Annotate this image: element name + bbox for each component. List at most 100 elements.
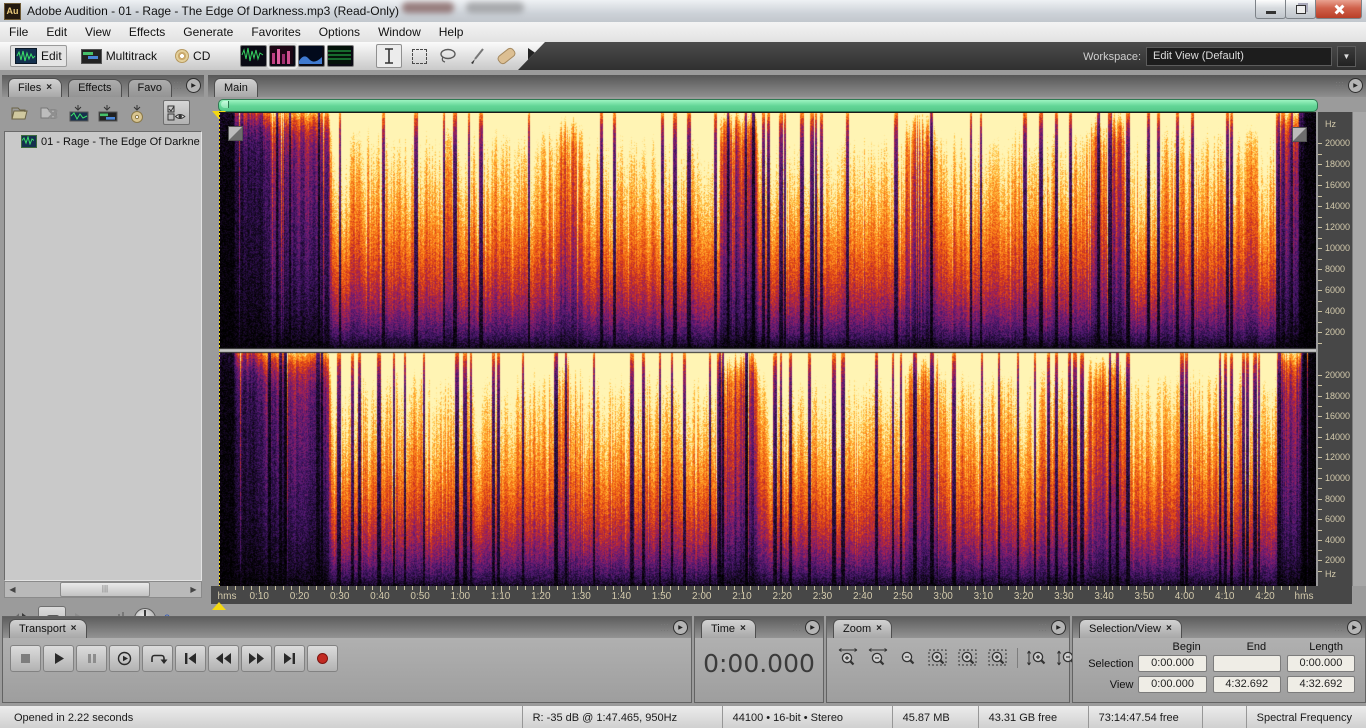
edit-view-button[interactable]: Edit <box>10 45 67 67</box>
scrub-tool[interactable] <box>523 45 545 67</box>
overview-scroll-bar[interactable] <box>218 99 1318 112</box>
menu-favorites[interactable]: Favorites <box>242 22 309 42</box>
waveform-display-button[interactable] <box>240 45 268 67</box>
main-panel-menu[interactable]: ▶ <box>1335 78 1363 93</box>
zoom-panel-menu[interactable]: ▶ <box>1038 620 1066 635</box>
close-file-button[interactable] <box>39 104 61 123</box>
record-button[interactable] <box>307 645 338 672</box>
view-begin-field[interactable]: 0:00.000 <box>1138 676 1207 693</box>
workspace-select[interactable]: Edit View (Default) <box>1146 47 1332 66</box>
spot-healing-brush-tool[interactable] <box>494 45 518 67</box>
lasso-selection-tool[interactable] <box>436 45 460 67</box>
zoom-in-horizontally-button[interactable] <box>835 647 861 669</box>
menu-view[interactable]: View <box>76 22 120 42</box>
status-segment-7[interactable]: Spectral Frequency <box>1245 706 1366 728</box>
title-bar[interactable]: Au Adobe Audition - 01 - Rage - The Edge… <box>0 0 1366 23</box>
spectral-phase-display-button[interactable] <box>327 45 355 67</box>
tab-close-icon[interactable]: × <box>1166 620 1172 638</box>
menu-options[interactable]: Options <box>310 22 369 42</box>
tab-close-icon[interactable]: × <box>740 620 746 638</box>
hscrollbar-thumb[interactable]: ||| <box>60 582 150 597</box>
selection-end-field[interactable] <box>1212 655 1281 672</box>
import-file-button[interactable] <box>10 104 32 123</box>
fast-forward-button[interactable] <box>241 645 272 672</box>
go-to-end-button[interactable] <box>274 645 305 672</box>
menu-generate[interactable]: Generate <box>174 22 242 42</box>
multitrack-view-button[interactable]: Multitrack <box>77 47 161 66</box>
insert-into-cd-list-button[interactable] <box>126 104 148 123</box>
selection-handle-right-icon[interactable] <box>1292 127 1307 142</box>
files-panel-menu[interactable]: ▶ <box>173 78 201 93</box>
workspace-dropdown-button[interactable]: ▼ <box>1337 46 1356 67</box>
spectral-frequency-display-button[interactable] <box>267 43 299 69</box>
tab-main[interactable]: Main <box>214 78 258 97</box>
transport-panel-menu[interactable]: ▶ <box>660 620 688 635</box>
stop-button[interactable] <box>10 645 41 672</box>
tab-favorites[interactable]: Favo <box>127 79 172 97</box>
selection-length-field[interactable]: 0:00.000 <box>1286 655 1356 672</box>
menu-effects[interactable]: Effects <box>120 22 174 42</box>
play-looped-button[interactable] <box>142 645 173 672</box>
tab-close-icon[interactable]: × <box>876 620 882 638</box>
menu-window[interactable]: Window <box>369 22 430 42</box>
zoom-out-full-button[interactable] <box>895 647 921 669</box>
time-selection-tool[interactable] <box>376 44 403 68</box>
menu-help[interactable]: Help <box>430 22 473 42</box>
timeline-ruler[interactable]: hms 0:10 0:20 0:30 0:40 0:50 1:00 1:10 1:20 1:30 1… <box>211 586 1352 604</box>
minimize-button[interactable] <box>1255 0 1286 19</box>
cd-label: CD <box>193 49 211 63</box>
view-length-field[interactable]: 4:32.692 <box>1286 676 1356 693</box>
selection-panel-menu[interactable]: ▶ <box>1334 620 1362 635</box>
file-list-item[interactable]: 01 - Rage - The Edge Of Darkne <box>5 132 201 148</box>
panel-grip-icon <box>1335 81 1345 90</box>
tab-close-icon[interactable]: × <box>71 620 77 638</box>
menu-file[interactable]: File <box>0 22 37 42</box>
close-button[interactable] <box>1315 0 1362 19</box>
pause-button[interactable] <box>76 645 107 672</box>
zoom-in-left-edge-button[interactable] <box>955 647 981 669</box>
time-tick-label: 0:30 <box>329 591 350 602</box>
tab-time[interactable]: Time × <box>701 619 756 638</box>
playhead-line[interactable] <box>219 113 220 587</box>
play-from-cursor-button[interactable] <box>109 645 140 672</box>
go-to-beginning-button[interactable] <box>175 645 206 672</box>
marquee-selection-tool[interactable] <box>407 45 431 67</box>
zoom-out-horizontally-button[interactable] <box>865 647 891 669</box>
tab-close-icon[interactable]: × <box>46 79 52 97</box>
restore-button[interactable] <box>1285 0 1316 19</box>
selection-begin-field[interactable]: 0:00.000 <box>1138 655 1207 672</box>
vertical-scroll-strip[interactable] <box>1352 112 1366 586</box>
play-button[interactable] <box>43 645 74 672</box>
show-options-toggle[interactable] <box>163 100 190 125</box>
menu-edit[interactable]: Edit <box>37 22 76 42</box>
playhead-marker-bottom[interactable] <box>212 602 226 610</box>
scroll-right-icon[interactable]: ▶ <box>186 583 201 596</box>
scroll-left-icon[interactable]: ◀ <box>5 583 20 596</box>
zoom-in-vertically-button[interactable] <box>1024 647 1050 669</box>
zoom-to-selection-button[interactable] <box>925 647 951 669</box>
insert-into-multitrack-wave-button[interactable] <box>68 104 90 123</box>
spectral-display[interactable] <box>219 112 1316 587</box>
tab-transport[interactable]: Transport × <box>9 619 87 638</box>
status-segment-0: Opened in 2.22 seconds <box>14 711 134 724</box>
freq-tick-label: 2000 <box>1325 327 1346 337</box>
tab-zoom[interactable]: Zoom × <box>833 619 892 638</box>
selection-handle-left-icon[interactable] <box>228 126 243 141</box>
tab-effects[interactable]: Effects <box>68 79 122 97</box>
file-list-hscrollbar[interactable]: ◀ ||| ▶ <box>4 581 202 598</box>
tab-files[interactable]: Files × <box>8 78 63 97</box>
cd-view-button[interactable]: CD <box>171 47 214 65</box>
time-panel-menu[interactable]: ▶ <box>792 620 820 635</box>
spectral-pan-display-button[interactable] <box>298 45 326 67</box>
effects-paintbrush-tool[interactable] <box>465 45 489 67</box>
frequency-ruler[interactable]: Hz 20000 18000 16000 14000 12000 10000 8000 6000… <box>1318 112 1352 586</box>
file-list[interactable]: 01 - Rage - The Edge Of Darkne <box>4 131 202 581</box>
rewind-button[interactable] <box>208 645 239 672</box>
time-tick-label: 1:10 <box>490 591 511 602</box>
status-segment-6[interactable] <box>1201 706 1246 728</box>
zoom-in-right-edge-button[interactable] <box>985 647 1011 669</box>
insert-into-multitrack-session-button[interactable] <box>97 104 119 123</box>
spectrogram-canvas[interactable] <box>219 113 1316 587</box>
view-end-field[interactable]: 4:32.692 <box>1212 676 1281 693</box>
tab-selection-view[interactable]: Selection/View × <box>1079 619 1182 638</box>
